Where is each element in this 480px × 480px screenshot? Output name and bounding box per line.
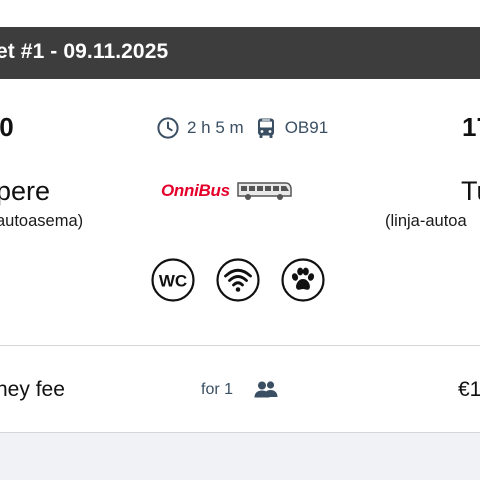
operator-logo: OnniBus [160,179,292,203]
departure-station: autoasema) [0,212,84,230]
wc-icon-label: WC [159,272,187,291]
clock-icon [156,116,180,140]
departure-time: .0 [0,112,14,142]
departure-city: pere [0,176,51,206]
arrival-city: Tu [461,176,480,206]
ticket-header: et #1 - 09.11.2025 [0,27,480,79]
trip-duration: 2 h 5 m [187,118,244,137]
arrival-station: (linja-autoa [385,212,467,230]
fee-passenger-count: for 1 [201,381,234,398]
top-whitespace [0,0,480,27]
people-icon [252,378,280,402]
bus-icon [254,116,278,140]
route-code: OB91 [284,118,329,137]
operator-name: OnniBus [161,181,230,200]
paw-icon [281,258,325,302]
fee-label: ney fee [0,378,65,401]
bus-illustration-icon [236,180,292,202]
trip-meta: 2 h 5 m OB91 [156,116,328,140]
footer-area [0,433,480,480]
wc-icon: WC [151,258,195,302]
fee-row [0,346,480,432]
fee-price: €1 [458,378,480,401]
ticket-title: et #1 - 09.11.2025 [0,40,169,63]
wifi-icon [216,258,260,302]
arrival-time: 17 [462,112,480,142]
